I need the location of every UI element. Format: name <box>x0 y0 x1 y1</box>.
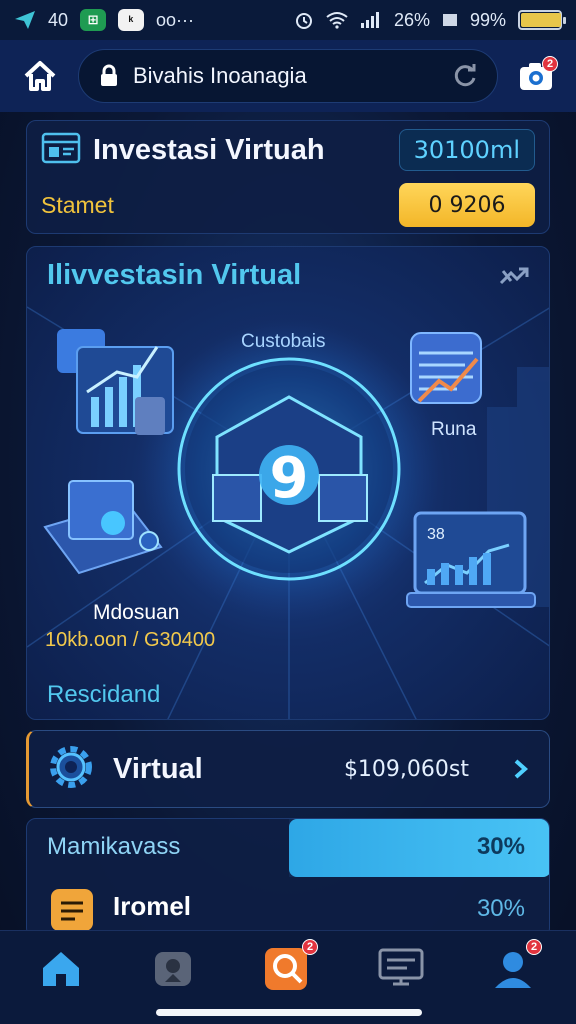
progress-percent: 30% <box>476 895 525 922</box>
url-bar[interactable] <box>78 49 498 103</box>
svg-text:38: 38 <box>427 526 445 543</box>
url-input[interactable] <box>133 63 439 89</box>
signal-text: 40 <box>48 9 69 30</box>
note-icon <box>49 887 95 933</box>
hero-mdosuan: Mdosuan <box>93 601 180 624</box>
hero-center-label: 9 <box>270 446 309 511</box>
battery-percent-a: 26% <box>393 9 430 30</box>
app-chip-icon: ᵏ <box>118 9 145 31</box>
portfolio-icon <box>41 130 81 171</box>
nav-search[interactable]: 2 <box>262 939 318 993</box>
hero-amount: 10kb.oon / G30400 <box>45 629 216 651</box>
bottom-nav: 2 2 <box>0 930 576 1024</box>
battery-icon <box>518 10 566 30</box>
balance-action-button[interactable]: 0 9206 <box>399 183 535 227</box>
camera-badge: 2 <box>542 56 558 72</box>
status-bar: 40 ⊞ ᵏ oo··· 26% 99% <box>0 0 576 40</box>
progress-row[interactable]: Mamikavass 30% <box>27 819 549 877</box>
hero-runa: Runa <box>431 419 477 440</box>
cell-signal-icon <box>360 11 382 29</box>
balance-label: Stamet <box>41 191 114 218</box>
shuffle-icon[interactable] <box>497 261 533 293</box>
virtual-title: Virtual <box>113 752 203 785</box>
growth-chart-icon <box>410 332 482 404</box>
battery-percent-b: 99% <box>469 9 506 30</box>
balance-title: Investasi Virtuah <box>93 133 325 166</box>
virtual-amount: $109,060st <box>343 756 469 782</box>
chevron-right-icon[interactable] <box>509 757 533 781</box>
lock-icon <box>97 64 121 88</box>
progress-label: Iromel <box>113 891 192 921</box>
nav-home[interactable] <box>36 943 86 993</box>
hero-custobais: Custobais <box>241 331 326 352</box>
camera-button[interactable]: 2 <box>514 54 558 98</box>
balance-value: 30100ml <box>398 129 535 171</box>
search-badge: 2 <box>302 939 318 955</box>
hero-title: Ilivvestasin Virtual <box>47 259 302 291</box>
reload-icon[interactable] <box>451 62 479 90</box>
monitor-icon <box>378 948 424 986</box>
progress-label: Mamikavass <box>47 833 181 860</box>
app-chip-icon: ⊞ <box>80 9 107 31</box>
hero-card: 38 9 Ilivvestasin Virtual Custobais Runa… <box>26 246 550 720</box>
hero-rescidand: Rescidand <box>47 681 161 708</box>
home-button[interactable] <box>18 54 62 98</box>
progress-card: Mamikavass 30% Iromel 30% <box>26 818 550 938</box>
home-indicator[interactable] <box>156 1009 422 1016</box>
alarm-icon <box>294 10 314 30</box>
home-icon <box>24 61 56 91</box>
tag-icon <box>155 952 191 986</box>
nav-tag[interactable] <box>148 943 198 993</box>
nav-monitor[interactable] <box>376 943 426 993</box>
notification-dots: oo··· <box>156 9 195 30</box>
wifi-icon <box>326 11 348 29</box>
gear-icon <box>45 741 97 798</box>
send-icon <box>14 10 36 30</box>
virtual-row[interactable]: Virtual $109,060st <box>26 730 550 808</box>
chart-widget-icon <box>57 329 174 435</box>
progress-percent: 30% <box>476 833 525 860</box>
battery-small-icon <box>442 12 458 28</box>
monitor-chart-icon: 38 <box>406 511 536 608</box>
browser-header: 2 <box>0 40 576 112</box>
nav-profile[interactable]: 2 <box>488 939 542 993</box>
balance-card[interactable]: Investasi Virtuah 30100ml Stamet 0 9206 <box>26 120 550 234</box>
home-icon <box>43 952 79 986</box>
profile-badge: 2 <box>526 939 542 955</box>
